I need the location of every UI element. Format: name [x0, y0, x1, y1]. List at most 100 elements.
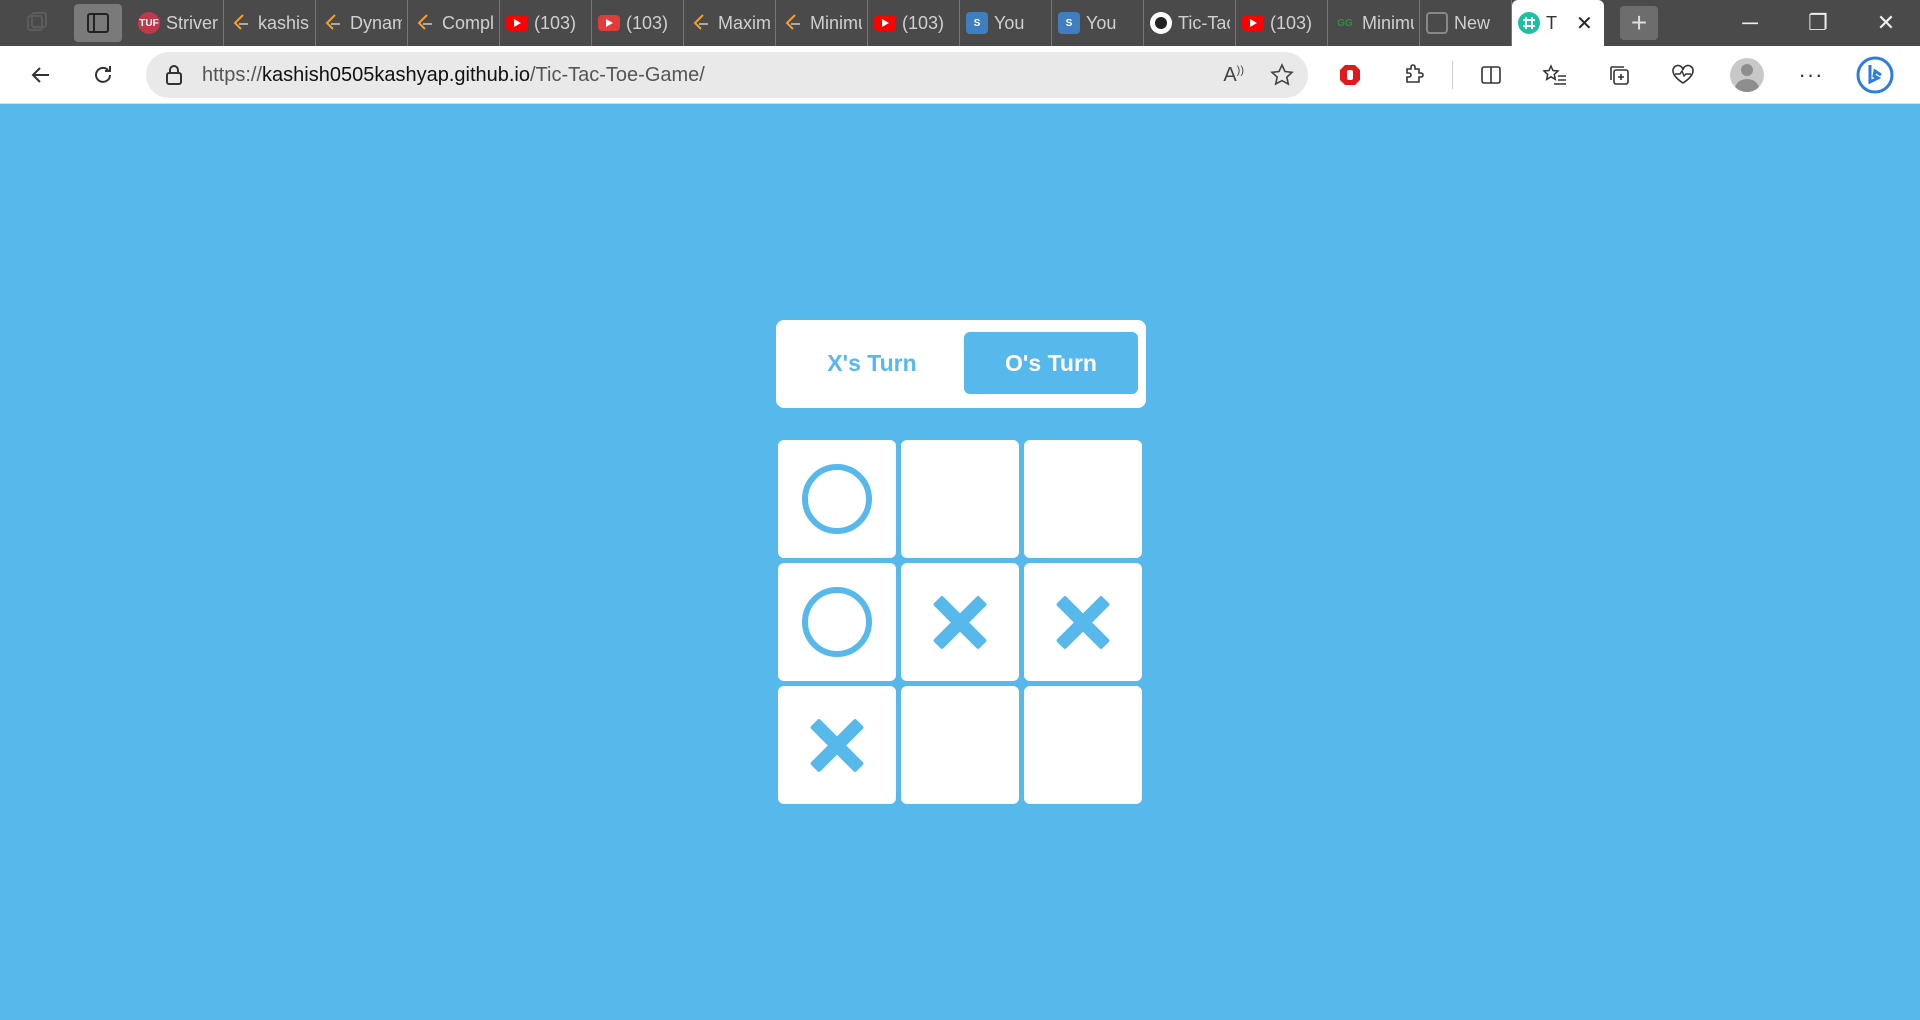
- tuf-icon: TUF: [138, 12, 160, 34]
- bing-chat-button[interactable]: [1843, 46, 1907, 104]
- adblock-extension-button[interactable]: [1318, 46, 1382, 104]
- read-aloud-icon[interactable]: A)): [1223, 64, 1244, 87]
- leetcode-icon: [414, 12, 436, 34]
- tab-title: You: [994, 12, 1025, 33]
- tab-2[interactable]: Dynamic: [316, 0, 408, 46]
- youtube-icon: [1242, 15, 1264, 31]
- leetcode-icon: [690, 12, 712, 34]
- s-icon: S: [966, 12, 988, 34]
- url-path: /Tic-Tac-Toe-Game/: [530, 63, 705, 86]
- tab-list: TUF Striver kashish Dynamic Complete (103) (10…: [132, 0, 1512, 46]
- tab-active[interactable]: T ✕: [1512, 0, 1604, 46]
- favorites-button[interactable]: [1523, 46, 1587, 104]
- github-icon: [1150, 12, 1172, 34]
- tab-9[interactable]: S You: [960, 0, 1052, 46]
- tab-actions-button[interactable]: [74, 4, 122, 42]
- puzzle-icon: [1406, 64, 1424, 83]
- youtube-icon: [506, 15, 528, 31]
- window-controls: ─ ❐ ✕: [1716, 0, 1920, 46]
- minimize-icon: ─: [1742, 10, 1758, 35]
- more-dots-icon: ···: [1798, 62, 1824, 87]
- collections-button[interactable]: [1587, 46, 1651, 104]
- tab-title: Maximum: [718, 12, 770, 33]
- tab-6[interactable]: Maximum: [684, 0, 776, 46]
- x-mark: [932, 594, 988, 650]
- board-cell-1[interactable]: [901, 440, 1019, 558]
- tab-14[interactable]: New: [1420, 0, 1512, 46]
- tab-0[interactable]: TUF Striver: [132, 0, 224, 46]
- tic-tac-toe-icon: [1518, 12, 1540, 34]
- close-window-button[interactable]: ✕: [1852, 0, 1920, 46]
- youtube-icon: [598, 15, 620, 31]
- url-text[interactable]: https://kashish0505kashyap.github.io/Tic…: [202, 64, 705, 87]
- tab-title: Minimum: [1362, 12, 1414, 33]
- newtab-icon: [1426, 12, 1448, 34]
- tab-title: Complete: [442, 12, 494, 33]
- profile-button[interactable]: [1715, 46, 1779, 104]
- plus-icon: +: [1630, 7, 1648, 38]
- tab-title: New: [1454, 12, 1491, 33]
- tab-1[interactable]: kashish: [224, 0, 316, 46]
- board-cell-7[interactable]: [901, 686, 1019, 804]
- close-tab-icon[interactable]: ✕: [1576, 11, 1593, 36]
- tab-13[interactable]: GG Minimum: [1328, 0, 1420, 46]
- vertical-tabs-icon: [87, 13, 109, 33]
- workspaces-icon: [27, 12, 47, 31]
- tab-title: Tic-Tac-Toe: [1178, 12, 1230, 33]
- bing-icon: [1856, 56, 1894, 94]
- minimize-button[interactable]: ─: [1716, 0, 1784, 46]
- refresh-icon: [95, 65, 111, 83]
- restore-button[interactable]: ❐: [1784, 0, 1852, 46]
- workspaces-button[interactable]: [0, 0, 74, 46]
- collections-icon: [1610, 66, 1629, 85]
- board-cell-2[interactable]: [1024, 440, 1142, 558]
- tab-3[interactable]: Complete: [408, 0, 500, 46]
- board-cell-6[interactable]: [778, 686, 896, 804]
- favorites-list-icon: [1542, 64, 1566, 85]
- board-cell-4[interactable]: [901, 563, 1019, 681]
- tab-title: kashish: [258, 12, 310, 33]
- tab-title: Minimum: [810, 12, 862, 33]
- extensions-button[interactable]: [1382, 46, 1446, 104]
- tab-5[interactable]: (103): [592, 0, 684, 46]
- tab-4[interactable]: (103): [500, 0, 592, 46]
- tab-8[interactable]: (103): [868, 0, 960, 46]
- tab-title: T: [1546, 12, 1557, 33]
- board-cell-8[interactable]: [1024, 686, 1142, 804]
- tab-title: Dynamic: [350, 12, 402, 33]
- adblock-icon: [1340, 65, 1360, 85]
- tab-11[interactable]: Tic-Tac-Toe: [1144, 0, 1236, 46]
- tab-7[interactable]: Minimum: [776, 0, 868, 46]
- browser-essentials-button[interactable]: [1651, 46, 1715, 104]
- new-tab-button[interactable]: +: [1620, 6, 1658, 40]
- favorite-star-icon[interactable]: [1270, 63, 1294, 87]
- s-icon: S: [1058, 12, 1080, 34]
- x-mark: [809, 717, 865, 773]
- youtube-icon: [874, 15, 896, 31]
- address-bar[interactable]: https://kashish0505kashyap.github.io/Tic…: [146, 52, 1308, 98]
- tab-title: (103): [1270, 12, 1313, 33]
- restore-icon: ❐: [1808, 10, 1828, 35]
- game-board: [778, 440, 1143, 805]
- tab-12[interactable]: (103): [1236, 0, 1328, 46]
- board-cell-5[interactable]: [1024, 563, 1142, 681]
- tab-10[interactable]: S You: [1052, 0, 1144, 46]
- toolbar-right: ···: [1318, 46, 1907, 104]
- toolbar-divider: [1452, 61, 1453, 89]
- split-screen-button[interactable]: [1459, 46, 1523, 104]
- board-cell-3[interactable]: [778, 563, 896, 681]
- split-screen-icon: [1481, 66, 1501, 84]
- lock-icon[interactable]: [146, 64, 202, 86]
- url-scheme: https://: [202, 63, 263, 86]
- o-mark: [802, 464, 872, 534]
- board-cell-0[interactable]: [778, 440, 896, 558]
- refresh-button[interactable]: [72, 46, 134, 104]
- heart-pulse-icon: [1672, 64, 1694, 84]
- leetcode-icon: [230, 12, 252, 34]
- back-button[interactable]: [10, 46, 72, 104]
- settings-more-button[interactable]: ···: [1779, 46, 1843, 104]
- tab-title: Striver: [166, 12, 218, 33]
- x-mark: [1055, 594, 1111, 650]
- o-mark: [802, 587, 872, 657]
- o-turn-label: O's Turn: [964, 332, 1138, 394]
